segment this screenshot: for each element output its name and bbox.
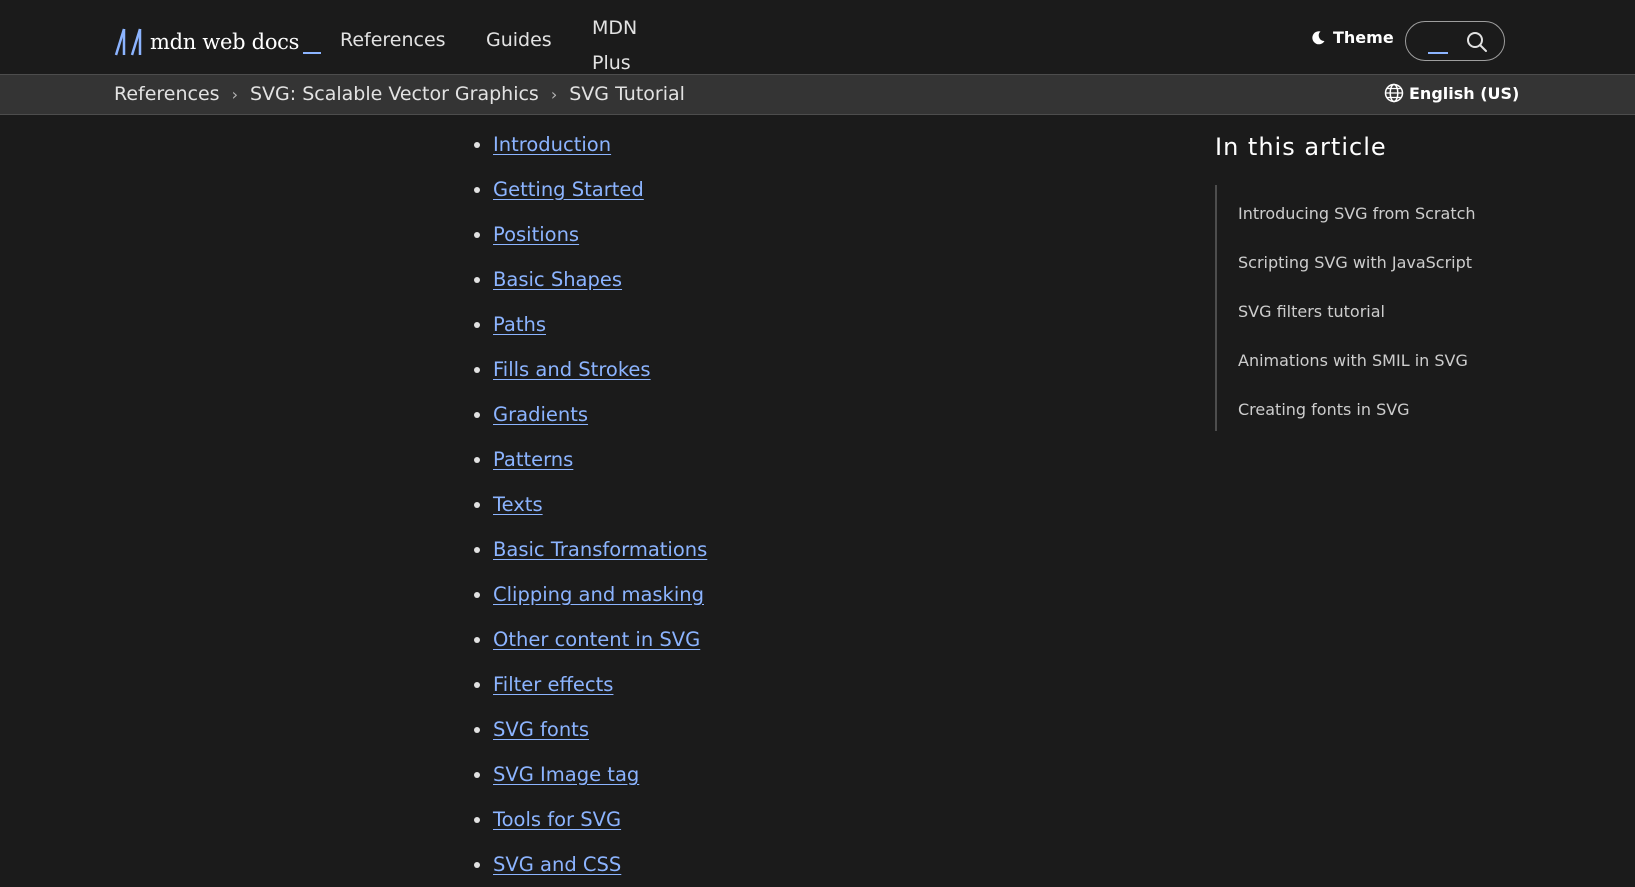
link-basic-shapes[interactable]: Basic Shapes — [493, 268, 622, 291]
sidebar-link-introducing-svg[interactable]: Introducing SVG from Scratch — [1238, 189, 1515, 238]
language-switcher[interactable]: English (US) — [1384, 83, 1519, 103]
link-basic-transformations[interactable]: Basic Transformations — [493, 538, 707, 561]
list-item: Introduction — [474, 122, 707, 167]
list-item: Other content in SVG — [474, 617, 707, 662]
bullet — [474, 141, 480, 148]
link-patterns[interactable]: Patterns — [493, 448, 573, 471]
bullet — [474, 276, 480, 283]
link-tools-for-svg[interactable]: Tools for SVG — [493, 808, 621, 831]
language-label: English (US) — [1409, 83, 1520, 103]
link-other-content[interactable]: Other content in SVG — [493, 628, 700, 651]
link-clipping-and-masking[interactable]: Clipping and masking — [493, 583, 704, 606]
mdn-logo[interactable]: mdn web docs — [114, 28, 322, 56]
globe-icon — [1384, 83, 1404, 103]
link-fills-and-strokes[interactable]: Fills and Strokes — [493, 358, 651, 381]
list-item: SVG fonts — [474, 707, 707, 752]
sidebar-link-svg-filters[interactable]: SVG filters tutorial — [1238, 287, 1515, 336]
bullet — [474, 411, 480, 418]
breadcrumb-item-references[interactable]: References — [114, 83, 220, 105]
breadcrumb-separator: › — [231, 84, 238, 104]
link-introduction[interactable]: Introduction — [493, 133, 611, 156]
link-getting-started[interactable]: Getting Started — [493, 178, 644, 201]
bullet — [474, 231, 480, 238]
list-item: Clipping and masking — [474, 572, 707, 617]
theme-button[interactable]: Theme — [1310, 28, 1394, 47]
bullet — [474, 456, 480, 463]
link-svg-fonts[interactable]: SVG fonts — [493, 718, 589, 741]
link-texts[interactable]: Texts — [493, 493, 543, 516]
bullet — [474, 636, 480, 643]
search-cursor — [1428, 52, 1448, 54]
list-item: Gradients — [474, 392, 707, 437]
list-item: Positions — [474, 212, 707, 257]
bullet — [474, 816, 480, 823]
link-svg-and-css[interactable]: SVG and CSS — [493, 853, 621, 876]
breadcrumb-item-svg[interactable]: SVG: Scalable Vector Graphics — [250, 83, 539, 105]
list-item: Filter effects — [474, 662, 707, 707]
logo-cursor — [303, 52, 322, 54]
link-gradients[interactable]: Gradients — [493, 403, 588, 426]
theme-label: Theme — [1333, 28, 1394, 47]
bullet — [474, 591, 480, 598]
nav-mdn-plus[interactable]: MDN Plus — [592, 11, 637, 81]
list-item: SVG and CSS — [474, 842, 707, 887]
list-item: Tools for SVG — [474, 797, 707, 842]
link-svg-image-tag[interactable]: SVG Image tag — [493, 763, 639, 786]
bullet — [474, 861, 480, 868]
breadcrumb-bar: References › SVG: Scalable Vector Graphi… — [0, 75, 1635, 115]
bullet — [474, 366, 480, 373]
sidebar-title: In this article — [1215, 133, 1387, 161]
list-item: Paths — [474, 302, 707, 347]
nav-guides[interactable]: Guides — [486, 29, 552, 51]
sidebar-link-animations-smil[interactable]: Animations with SMIL in SVG — [1238, 336, 1515, 385]
link-filter-effects[interactable]: Filter effects — [493, 673, 613, 696]
breadcrumb: References › SVG: Scalable Vector Graphi… — [114, 83, 685, 105]
bullet — [474, 681, 480, 688]
link-paths[interactable]: Paths — [493, 313, 546, 336]
tutorial-list: Introduction Getting Started Positions B… — [474, 122, 707, 887]
list-item: SVG Image tag — [474, 752, 707, 797]
logo-text: mdn web docs — [150, 30, 300, 54]
sidebar-link-creating-fonts[interactable]: Creating fonts in SVG — [1238, 385, 1515, 434]
bullet — [474, 726, 480, 733]
moon-icon — [1312, 30, 1325, 44]
top-header: mdn web docs References Guides MDN Plus … — [0, 0, 1635, 75]
nav-references[interactable]: References — [340, 29, 446, 51]
breadcrumb-separator: › — [550, 84, 558, 104]
bullet — [474, 186, 480, 193]
list-item: Basic Shapes — [474, 257, 707, 302]
list-item: Patterns — [474, 437, 707, 482]
bullet — [474, 546, 480, 553]
mdn-logo-icon — [114, 28, 142, 56]
list-item: Texts — [474, 482, 707, 527]
search-icon — [1467, 32, 1487, 52]
bullet — [474, 321, 480, 328]
sidebar-link-scripting-svg[interactable]: Scripting SVG with JavaScript — [1238, 238, 1515, 287]
list-item: Getting Started — [474, 167, 707, 212]
nav-mdn-plus-line1: MDN — [592, 17, 638, 39]
link-positions[interactable]: Positions — [493, 223, 579, 246]
in-this-article-list: Introducing SVG from Scratch Scripting S… — [1215, 185, 1515, 431]
search-button[interactable] — [1405, 21, 1505, 61]
list-item: Basic Transformations — [474, 527, 707, 572]
bullet — [474, 771, 480, 778]
bullet — [474, 501, 480, 508]
breadcrumb-item-svg-tutorial[interactable]: SVG Tutorial — [569, 83, 685, 105]
list-item: Fills and Strokes — [474, 347, 707, 392]
